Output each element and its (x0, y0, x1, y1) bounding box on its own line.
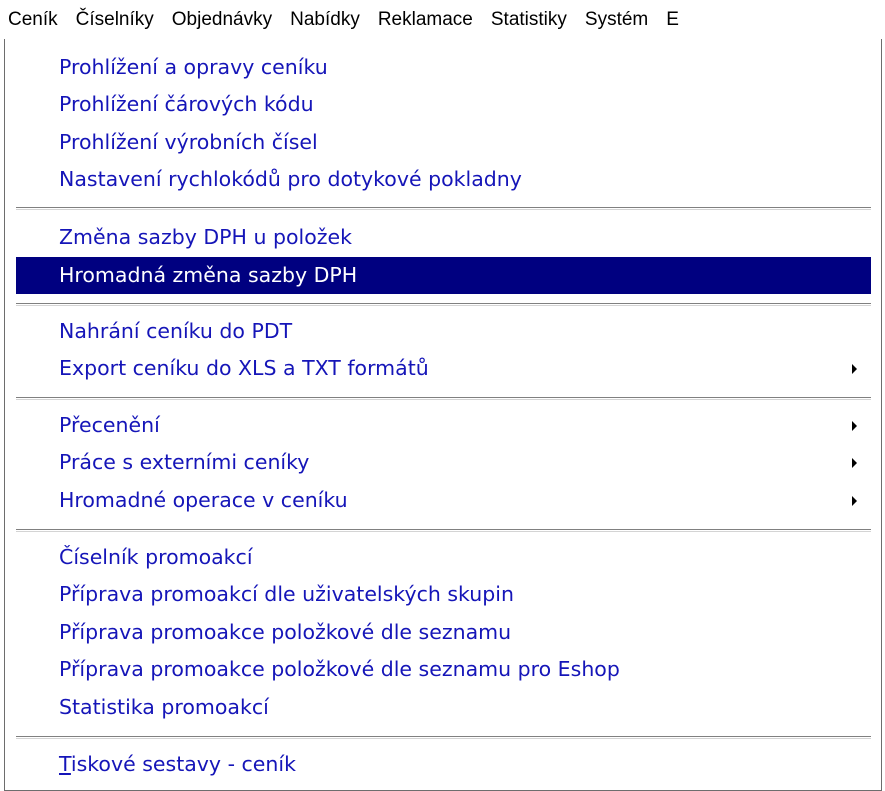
menu-item-priprava-promoakci-skupin[interactable]: Příprava promoakcí dle uživatelských sku… (16, 576, 871, 613)
menubar-item-objednavky[interactable]: Objednávky (163, 0, 281, 39)
menu-item-priprava-promoakce-seznamu[interactable]: Příprava promoakce položkové dle seznamu (16, 614, 871, 651)
accelerator-letter: T (59, 752, 71, 776)
menu-item-preceneni[interactable]: Přecenění (16, 407, 871, 444)
menu-item-prohlizeni-vyrobnich-cisel[interactable]: Prohlížení výrobních čísel (16, 124, 871, 161)
menubar-item-cenik[interactable]: Ceník (0, 0, 67, 39)
menu-item-prohlizeni-carovych-kodu[interactable]: Prohlížení čárových kódu (16, 86, 871, 123)
menu-item-prace-s-externimi-ceniky[interactable]: Práce s externími ceníky (16, 444, 871, 481)
menu-item-export-ceniku[interactable]: Export ceníku do XLS a TXT formátů (16, 350, 871, 387)
submenu-arrow-icon (852, 420, 857, 431)
menu-item-label: iskové sestavy - ceník (70, 752, 296, 776)
menu-item-hromadne-operace-v-ceniku[interactable]: Hromadné operace v ceníku (16, 482, 871, 519)
menubar-item-statistiky[interactable]: Statistiky (482, 0, 576, 39)
menu-item-priprava-promoakce-eshop[interactable]: Příprava promoakce položkové dle seznamu… (16, 651, 871, 688)
menubar-item-system[interactable]: Systém (576, 0, 657, 39)
menu-item-prohlizeni-opravy-ceniku[interactable]: Prohlížení a opravy ceníku (16, 49, 871, 86)
menu-separator (16, 207, 871, 209)
menu-item-label: Hromadné operace v ceníku (59, 488, 348, 512)
menu-bar: Ceník Číselníky Objednávky Nabídky Rekla… (0, 0, 885, 39)
submenu-arrow-icon (852, 363, 857, 374)
submenu-arrow-icon (852, 457, 857, 468)
menubar-item-nabidky[interactable]: Nabídky (281, 0, 369, 39)
menu-item-tiskove-sestavy[interactable]: Tiskové sestavy - ceník (16, 746, 871, 783)
menu-separator (16, 529, 871, 531)
menu-item-statistika-promoakci[interactable]: Statistika promoakcí (16, 689, 871, 726)
menu-item-ciselnik-promoakci[interactable]: Číselník promoakcí (16, 539, 871, 576)
menu-item-nastaveni-rychlokodu[interactable]: Nastavení rychlokódů pro dotykové poklad… (16, 161, 871, 198)
menu-item-label: Export ceníku do XLS a TXT formátů (59, 356, 429, 380)
menu-item-hromadna-zmena-sazby-dph[interactable]: Hromadná změna sazby DPH (16, 257, 871, 294)
menu-separator (16, 397, 871, 399)
menu-item-zmena-sazby-dph[interactable]: Změna sazby DPH u položek (16, 219, 871, 256)
menu-separator (16, 736, 871, 738)
menubar-item-truncated[interactable]: E (657, 0, 688, 39)
cenik-dropdown-menu: Prohlížení a opravy ceníku Prohlížení čá… (4, 39, 882, 791)
menu-separator (16, 303, 871, 305)
menu-item-nahrani-ceniku-pdt[interactable]: Nahrání ceníku do PDT (16, 313, 871, 350)
menubar-item-reklamace[interactable]: Reklamace (369, 0, 482, 39)
submenu-arrow-icon (852, 495, 857, 506)
menu-item-label: Práce s externími ceníky (59, 450, 310, 474)
menu-item-label: Přecenění (59, 413, 160, 437)
menubar-item-ciselniky[interactable]: Číselníky (67, 0, 163, 39)
